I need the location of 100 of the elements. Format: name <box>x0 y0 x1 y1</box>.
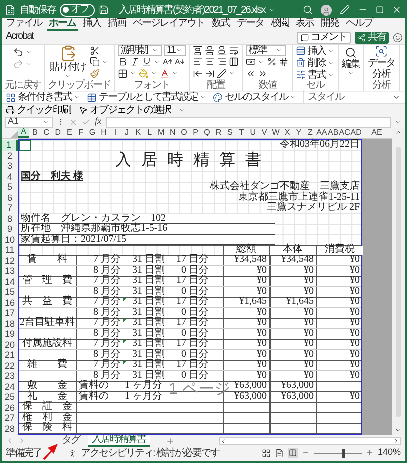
column-heading[interactable]: X <box>282 128 294 138</box>
row-heading[interactable]: 27 <box>2 413 18 424</box>
column-heading[interactable]: AD <box>350 128 362 138</box>
pointer-icon[interactable] <box>79 106 88 114</box>
page-layout-view-icon[interactable] <box>274 448 284 458</box>
column-heading[interactable]: R <box>212 128 224 138</box>
close-icon[interactable] <box>392 5 402 15</box>
scroll-left-icon[interactable] <box>220 438 227 444</box>
cell-command-button[interactable]: 削除 <box>296 57 335 69</box>
column-heading[interactable]: M <box>156 128 168 138</box>
column-heading[interactable]: AC <box>339 128 351 138</box>
share-icon[interactable] <box>358 34 366 42</box>
undo-icon[interactable] <box>13 47 24 58</box>
ribbon-tab[interactable]: 校閲 <box>269 18 291 31</box>
align-right-icon[interactable] <box>217 57 227 68</box>
caret-icon[interactable] <box>64 73 72 80</box>
caret-icon[interactable] <box>258 58 265 66</box>
column-heading[interactable]: S <box>224 128 236 138</box>
caret-icon[interactable] <box>348 70 354 77</box>
column-heading[interactable]: B <box>29 128 41 138</box>
align-bottom-icon[interactable] <box>217 46 227 56</box>
row-heading[interactable]: 10 <box>2 234 18 245</box>
column-heading[interactable]: Y <box>293 128 305 138</box>
caret-icon[interactable] <box>395 118 402 126</box>
underline-icon[interactable] <box>142 57 152 68</box>
row-heading[interactable]: 16 <box>2 298 18 308</box>
comment-icon[interactable] <box>301 34 309 42</box>
formula-input[interactable] <box>106 116 391 128</box>
sheet-tab[interactable]: タグ <box>58 435 84 447</box>
zoom-slider-thumb[interactable] <box>342 448 346 458</box>
caret-icon[interactable] <box>74 94 81 101</box>
bold-icon[interactable] <box>118 57 128 68</box>
zoom-in-icon[interactable] <box>366 449 374 457</box>
row-heading[interactable]: 13 <box>2 266 18 276</box>
row-heading[interactable]: 9 <box>2 224 18 234</box>
style-command-button[interactable]: セルのスタイル <box>213 92 297 104</box>
align-top-icon[interactable] <box>193 46 203 56</box>
autosave-toggle[interactable]: オフ <box>60 4 95 16</box>
row-heading[interactable]: 7 <box>2 203 18 214</box>
share-button[interactable]: 共有 <box>355 32 389 44</box>
italic-icon[interactable] <box>130 57 140 68</box>
row-heading[interactable]: 5 <box>2 182 18 192</box>
avatar[interactable] <box>321 4 332 16</box>
conditional-format-icon[interactable] <box>6 92 16 102</box>
column-heading[interactable]: I <box>110 128 122 138</box>
column-heading[interactable]: AB <box>328 128 340 138</box>
row-heading[interactable]: 11 <box>2 245 18 256</box>
caret-icon[interactable] <box>200 94 207 101</box>
column-heading[interactable]: A <box>18 128 30 138</box>
caret-icon[interactable] <box>269 6 276 14</box>
row-heading[interactable]: 12 <box>2 256 18 266</box>
ribbon-tab[interactable]: 表示 <box>294 18 316 31</box>
ribbon-tab[interactable]: 描画 <box>106 18 128 31</box>
caret-icon[interactable] <box>176 47 183 54</box>
row-heading[interactable]: 17 <box>2 308 18 318</box>
column-heading[interactable]: V <box>258 128 270 138</box>
indent-decrease-icon[interactable] <box>193 68 203 79</box>
column-heading[interactable]: O <box>178 128 190 138</box>
font-size-dropdown[interactable]: 11 <box>164 45 186 56</box>
column-heading[interactable]: W <box>270 128 282 138</box>
column-heading[interactable]: AE <box>362 128 392 138</box>
insert-rows-icon[interactable] <box>296 46 306 56</box>
editing-button[interactable]: 編集 <box>342 45 360 80</box>
column-heading[interactable]: U <box>247 128 259 138</box>
row-heading[interactable]: 6 <box>2 192 18 203</box>
collapse-ribbon-icon[interactable] <box>392 93 401 102</box>
caret-icon[interactable] <box>130 70 137 78</box>
vertical-scrollbar[interactable] <box>392 128 405 435</box>
caret-icon[interactable] <box>290 94 297 101</box>
table-icon[interactable] <box>87 92 97 102</box>
align-center-icon[interactable] <box>205 57 215 68</box>
row-heading[interactable]: 22 <box>2 360 18 371</box>
cell-style-icon[interactable] <box>213 92 223 102</box>
copy-icon[interactable] <box>90 57 100 68</box>
indent-increase-icon[interactable] <box>205 68 215 79</box>
align-left-icon[interactable] <box>193 57 203 68</box>
normal-view-icon[interactable] <box>262 448 271 458</box>
row-heading[interactable]: 2 <box>2 150 18 161</box>
ribbon-tab[interactable]: 数式 <box>210 18 232 31</box>
row-heading[interactable]: 28 <box>2 424 18 434</box>
comment-button[interactable]: コメント <box>297 32 351 44</box>
row-heading[interactable]: 14 <box>2 276 18 287</box>
scroll-down-icon[interactable] <box>395 427 402 434</box>
smiley-icon[interactable] <box>393 32 403 42</box>
ribbon-tab[interactable]: ヘルプ <box>344 18 375 31</box>
column-heading[interactable]: F <box>75 128 87 138</box>
ribbon-tab[interactable]: ページレイアウト <box>131 18 207 31</box>
style-command-button[interactable]: テーブルとして書式設定 <box>87 92 207 104</box>
row-heading[interactable]: 19 <box>2 329 18 340</box>
row-heading[interactable]: 24 <box>2 382 18 392</box>
scroll-up-icon[interactable] <box>395 129 402 136</box>
row-heading[interactable]: 15 <box>2 287 18 298</box>
search-icon[interactable] <box>345 47 357 59</box>
wrap-text-icon[interactable] <box>229 46 239 56</box>
paste-button[interactable]: 貼り付け <box>50 45 86 80</box>
scroll-right-icon[interactable] <box>393 438 400 444</box>
number-format-dropdown[interactable]: 標準 <box>246 45 286 56</box>
ribbon-tab[interactable]: データ <box>235 18 266 31</box>
percent-icon[interactable] <box>267 57 277 68</box>
accessibility-status[interactable]: アクセシビリティ: 検討が必要です <box>81 446 220 460</box>
